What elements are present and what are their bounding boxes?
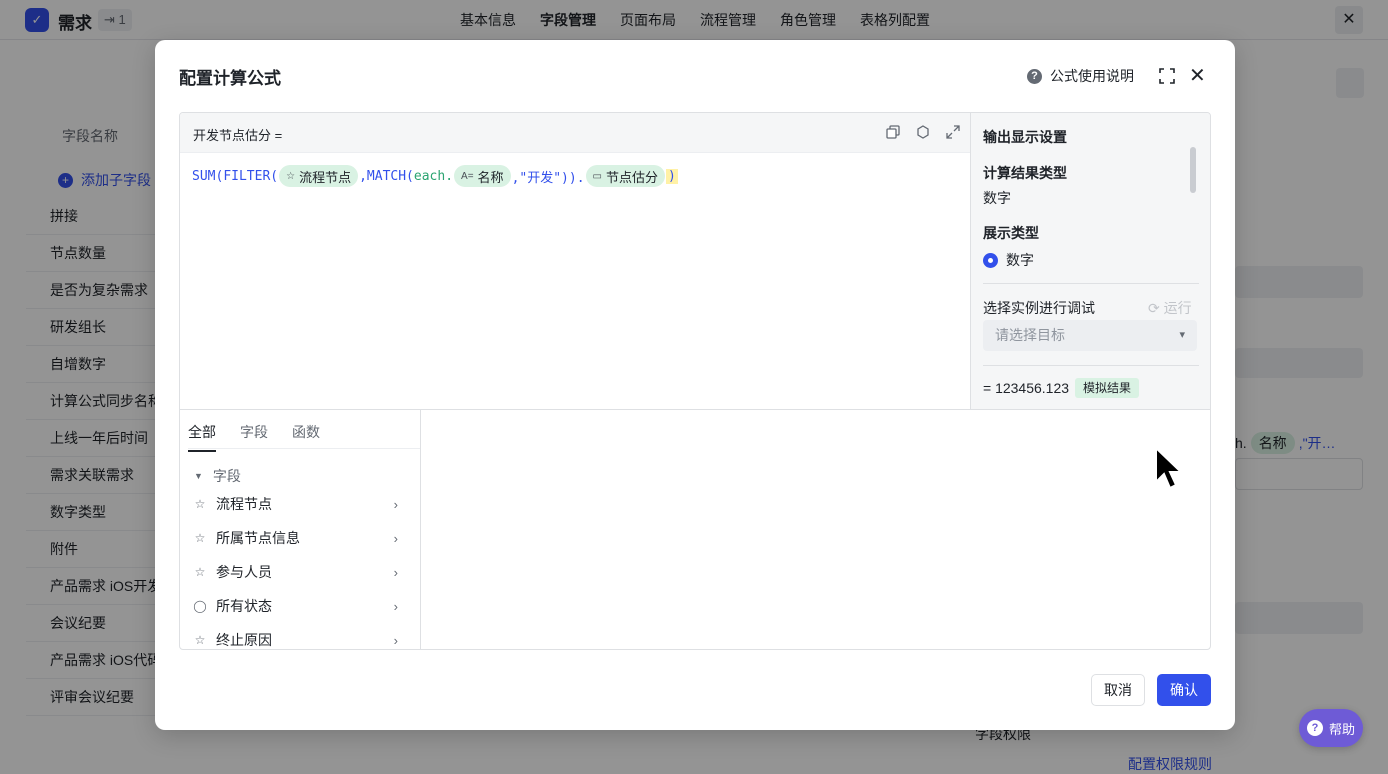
formula-config-dialog: 配置计算公式 ? 公式使用说明 ✕ 开发节点估分 = SUM( FILTER( …: [155, 40, 1235, 730]
radio-selected-icon: [983, 252, 998, 268]
flow-node-icon: ☆: [194, 565, 206, 579]
status-icon: ◯: [193, 599, 207, 613]
tabs-underline: [188, 448, 420, 449]
format-icon[interactable]: [916, 125, 930, 139]
display-type-radio[interactable]: 数字: [983, 250, 1034, 270]
field-item[interactable]: ☆ 终止原因 ›: [192, 623, 398, 649]
target-instance-select[interactable]: 请选择目标 ▾: [983, 320, 1197, 351]
output-settings-panel: 输出显示设置 计算结果类型 数字 展示类型 数字 选择实例进行调试 ⟳ 运行 请…: [970, 113, 1210, 409]
chevron-right-icon: ›: [393, 632, 398, 648]
display-type-label: 展示类型: [983, 225, 1039, 241]
browser-divider: [420, 410, 421, 649]
cancel-button[interactable]: 取消: [1091, 674, 1145, 706]
dialog-title: 配置计算公式: [179, 69, 281, 88]
help-button-label: 帮助: [1328, 721, 1355, 737]
caret-down-icon: ▼: [194, 471, 203, 481]
mouse-cursor-icon: [1155, 446, 1184, 490]
divider: [983, 365, 1199, 366]
target-instance-placeholder: 请选择目标: [995, 327, 1065, 343]
formula-token-close: ): [666, 168, 678, 184]
field-chip-name[interactable]: A= 名称: [454, 165, 511, 187]
flow-node-icon: ☆: [194, 531, 206, 545]
number-field-icon: ▭: [592, 170, 602, 182]
fullscreen-icon[interactable]: [1159, 68, 1175, 84]
field-chip-flow-node[interactable]: ☆ 流程节点: [279, 165, 359, 187]
formula-help-label: 公式使用说明: [1050, 68, 1134, 84]
formula-editor-panel: 开发节点估分 = SUM( FILTER( ☆ 流程节点 ,MATCH( eac…: [179, 112, 1211, 650]
output-settings-title: 输出显示设置: [983, 129, 1067, 145]
text-field-icon: A=: [461, 170, 474, 182]
field-chip-label: 节点估分: [605, 169, 658, 185]
formula-token: ,MATCH(: [359, 168, 414, 184]
flow-node-icon: ☆: [194, 497, 206, 511]
formula-editor[interactable]: 开发节点估分 = SUM( FILTER( ☆ 流程节点 ,MATCH( eac…: [180, 113, 970, 409]
editor-toolbar: [886, 125, 960, 139]
flow-node-icon: ☆: [286, 170, 296, 182]
help-icon: ?: [1027, 68, 1042, 84]
formula-token: FILTER(: [223, 168, 279, 184]
formula-token: ,"开发")).: [511, 170, 585, 186]
chevron-down-icon: ▾: [1179, 329, 1185, 341]
help-button[interactable]: ? 帮助: [1299, 709, 1363, 747]
chevron-right-icon: ›: [393, 530, 398, 546]
field-chip-label: 名称: [477, 169, 504, 185]
simulated-result-tag: 模拟结果: [1075, 378, 1140, 398]
field-chip-node-estimate[interactable]: ▭ 节点估分: [585, 165, 665, 187]
flow-node-icon: ☆: [194, 633, 206, 647]
chevron-right-icon: ›: [393, 564, 398, 580]
field-item-label: 所属节点信息: [216, 530, 300, 546]
simulated-result-value: = 123456.123: [983, 380, 1070, 396]
formula-token-each: each.: [413, 168, 454, 184]
run-button[interactable]: ⟳ 运行: [1148, 298, 1192, 318]
field-item[interactable]: ☆ 所属节点信息 ›: [192, 521, 398, 555]
chevron-right-icon: ›: [393, 496, 398, 512]
field-item[interactable]: ◯ 所有状态 ›: [192, 589, 398, 623]
field-group-header[interactable]: ▼ 字段: [194, 466, 241, 486]
debug-instance-label: 选择实例进行调试: [983, 300, 1095, 316]
formula-expression[interactable]: SUM( FILTER( ☆ 流程节点 ,MATCH( each. A= 名称 …: [192, 165, 678, 187]
field-browser: 全部 字段 函数 ▼ 字段 ☆ 流程节点 › ☆ 所属节点信息 › ☆ 参与人员: [180, 409, 1210, 649]
panel-scrollbar[interactable]: [1190, 147, 1196, 193]
field-item[interactable]: ☆ 参与人员 ›: [192, 555, 398, 589]
chevron-right-icon: ›: [393, 598, 398, 614]
field-item[interactable]: ☆ 流程节点 ›: [192, 487, 398, 521]
field-item-label: 流程节点: [216, 496, 272, 512]
formula-help-link[interactable]: ? 公式使用说明: [1027, 66, 1134, 86]
simulated-result: = 123456.123 模拟结果: [983, 378, 1140, 398]
divider: [983, 283, 1199, 284]
field-item-label: 参与人员: [216, 564, 272, 580]
field-item-label: 终止原因: [216, 632, 272, 648]
target-field-label: 开发节点估分 =: [193, 128, 283, 143]
result-type-value: 数字: [983, 190, 1011, 206]
field-item-label: 所有状态: [216, 598, 272, 614]
formula-token: SUM(: [192, 168, 224, 184]
editor-header: 开发节点估分 =: [180, 113, 970, 153]
dialog-close-icon[interactable]: ✕: [1189, 64, 1206, 88]
result-type-label: 计算结果类型: [983, 165, 1067, 181]
expand-icon[interactable]: [946, 125, 960, 139]
field-group-label: 字段: [212, 468, 241, 484]
copy-icon[interactable]: [886, 125, 900, 139]
confirm-button[interactable]: 确认: [1157, 674, 1211, 706]
help-question-icon: ?: [1306, 720, 1323, 736]
display-type-option-label: 数字: [1006, 252, 1034, 268]
field-chip-label: 流程节点: [299, 169, 352, 185]
